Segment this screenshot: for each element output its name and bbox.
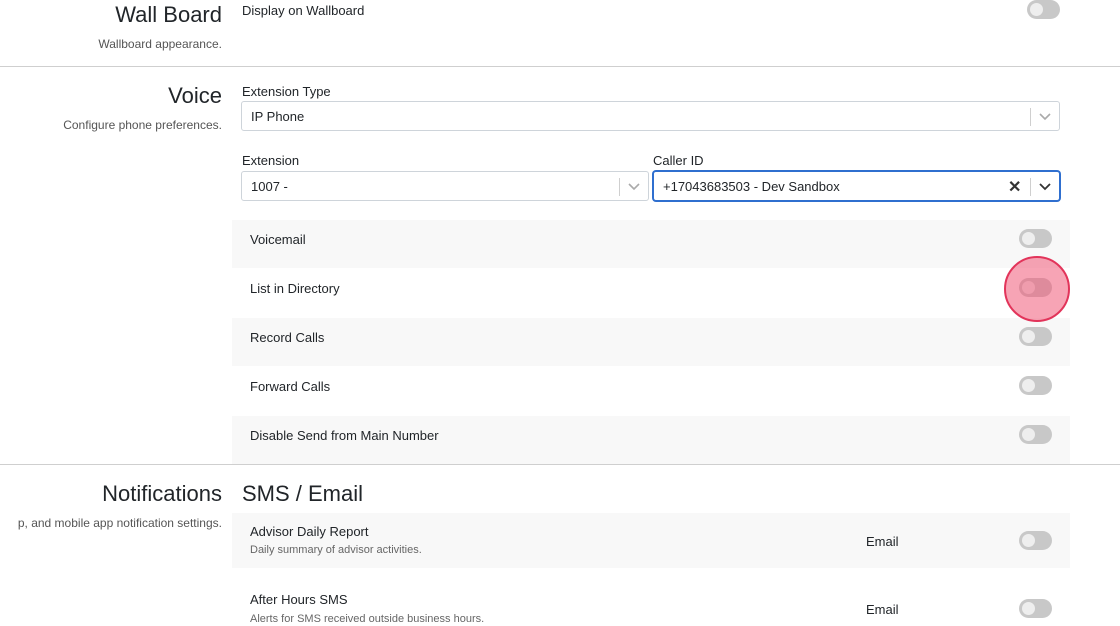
sms-email-subtitle: SMS / Email: [242, 481, 364, 506]
extension-value: 1007 -: [251, 179, 288, 194]
select-separator: [619, 178, 620, 196]
toggle-row-label: Record Calls: [250, 330, 325, 345]
toggle-row-label: Voicemail: [250, 232, 306, 247]
extension-type-label: Extension Type: [242, 84, 331, 99]
chevron-down-icon[interactable]: [1037, 108, 1053, 124]
notifications-title: Notifications: [102, 481, 222, 506]
voice-title: Voice: [168, 83, 222, 108]
toggle-row-disable-send-main-number: Disable Send from Main Number: [232, 416, 1070, 464]
toggle-knob: [1022, 379, 1035, 392]
wallboard-description: Wallboard appearance.: [98, 37, 222, 51]
toggle-row-voicemail: Voicemail: [232, 220, 1070, 268]
display-on-wallboard-label: Display on Wallboard: [242, 3, 365, 18]
notification-description: Daily summary of advisor activities.: [250, 544, 422, 556]
caller-id-value: +17043683503 - Dev Sandbox: [663, 179, 840, 194]
toggle-row-record-calls: Record Calls: [232, 318, 1070, 366]
notification-row-after-hours-sms: After Hours SMS Alerts for SMS received …: [232, 580, 1070, 626]
chevron-down-icon[interactable]: [1037, 178, 1053, 194]
toggle-row-label: Disable Send from Main Number: [250, 428, 439, 443]
disable-send-main-number-toggle[interactable]: [1019, 425, 1052, 444]
notification-label: Advisor Daily Report: [250, 524, 369, 539]
notification-label: After Hours SMS: [250, 592, 348, 607]
toggle-knob: [1022, 602, 1035, 615]
chevron-down-icon[interactable]: [626, 178, 642, 194]
toggle-row-forward-calls: Forward Calls: [232, 366, 1070, 416]
caller-id-select[interactable]: +17043683503 - Dev Sandbox ✕: [653, 171, 1060, 201]
toggle-knob: [1022, 232, 1035, 245]
notification-channel: Email: [866, 602, 899, 617]
select-separator: [1030, 108, 1031, 126]
forward-calls-toggle[interactable]: [1019, 376, 1052, 395]
toggle-row-label: List in Directory: [250, 281, 340, 296]
section-divider: [0, 66, 1120, 67]
toggle-row-label: Forward Calls: [250, 379, 331, 394]
extension-type-select[interactable]: IP Phone: [241, 101, 1060, 131]
extension-label: Extension: [242, 153, 300, 168]
select-separator: [1030, 178, 1031, 196]
click-highlight-marker: [1004, 256, 1070, 322]
notification-description: Alerts for SMS received outside business…: [250, 613, 485, 625]
extension-select[interactable]: 1007 -: [241, 171, 649, 201]
section-divider: [0, 464, 1120, 465]
toggle-knob: [1030, 3, 1043, 16]
advisor-daily-report-toggle[interactable]: [1019, 531, 1052, 550]
display-on-wallboard-toggle[interactable]: [1027, 0, 1060, 19]
clear-icon[interactable]: ✕: [1008, 177, 1021, 197]
voice-description: Configure phone preferences.: [63, 118, 222, 132]
toggle-knob: [1022, 534, 1035, 547]
notification-row-advisor-daily-report: Advisor Daily Report Daily summary of ad…: [232, 513, 1070, 568]
record-calls-toggle[interactable]: [1019, 327, 1052, 346]
notifications-description: p, and mobile app notification settings.: [17, 516, 222, 530]
wallboard-title: Wall Board: [115, 2, 222, 27]
toggle-knob: [1022, 428, 1035, 441]
voicemail-toggle[interactable]: [1019, 229, 1052, 248]
toggle-row-list-in-directory: List in Directory: [232, 268, 1070, 318]
notification-channel: Email: [866, 534, 899, 549]
caller-id-label: Caller ID: [653, 153, 704, 168]
extension-type-value: IP Phone: [251, 109, 305, 124]
after-hours-sms-toggle[interactable]: [1019, 599, 1052, 618]
toggle-knob: [1022, 330, 1035, 343]
